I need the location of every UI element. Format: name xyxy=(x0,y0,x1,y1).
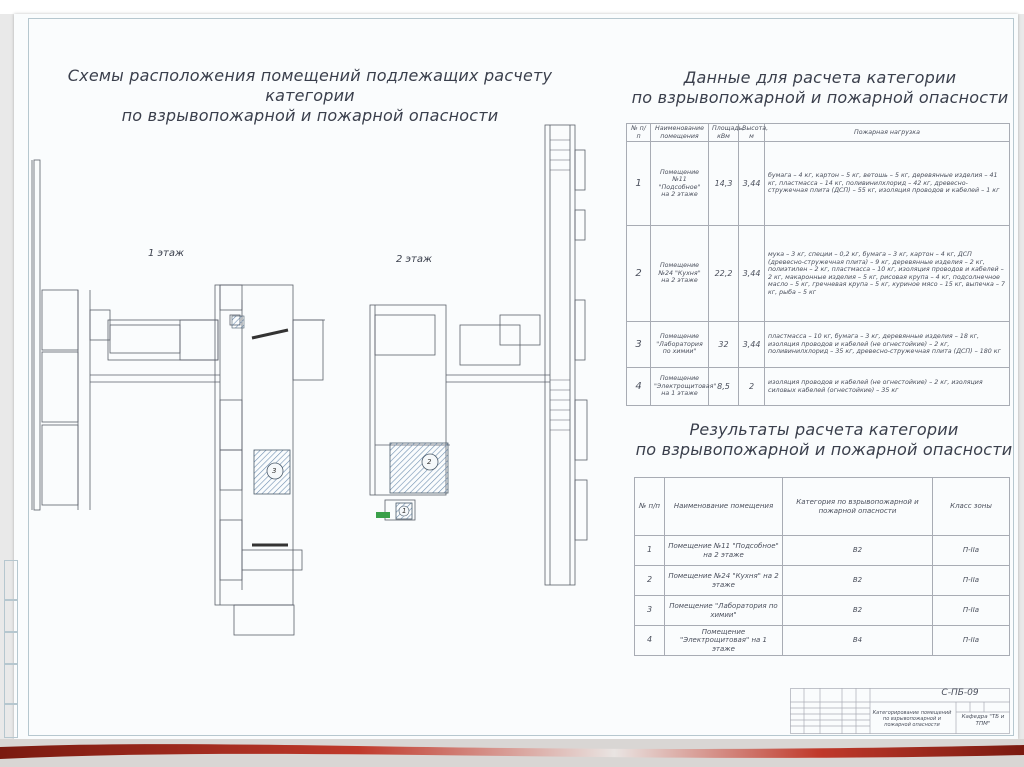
room-marker-1: 1 xyxy=(402,507,407,515)
floor-plans-drawing xyxy=(31,124,588,636)
header-zone: Класс зоны xyxy=(932,477,1010,536)
table-row: 4 Помещение "Электрощитовая" на 1 этаже … xyxy=(634,625,1010,656)
results-title-line2: по взрывопожарной и пожарной опасности xyxy=(635,440,1013,459)
table-row: 1 Помещение №11 "Подсобное" на 2 этаже 1… xyxy=(626,141,1010,227)
results-title: Результаты расчета категории по взрывопо… xyxy=(634,420,1014,460)
table-row: 2 Помещение №24 "Кухня" на 2 этаже 22,2 … xyxy=(626,225,1010,323)
side-stamp-strip xyxy=(0,560,22,738)
header-name: Наименование помещения xyxy=(650,122,709,143)
room-marker-3: 3 xyxy=(272,467,277,475)
decorative-bottom-band xyxy=(0,739,1024,767)
results-title-line1: Результаты расчета категории xyxy=(689,420,959,439)
table-row: 2 Помещение №24 "Кухня" на 2 этаже В2 П-… xyxy=(634,565,1010,596)
table-header-row: № п/п Наименование помещения Площадь, кВ… xyxy=(626,122,1010,143)
data-title: Данные для расчета категории по взрывопо… xyxy=(630,68,1010,108)
department-name: Кафедра "ТБ и ТПМ" xyxy=(961,714,1005,727)
header-area: Площадь, кВм xyxy=(708,122,744,143)
data-title-line2: по взрывопожарной и пожарной опасности xyxy=(631,88,1009,107)
data-title-line1: Данные для расчета категории xyxy=(683,68,957,87)
title-block-stamp: С-ПБ-09 Категорирование помещений по взр… xyxy=(790,688,1010,734)
plans-title-line1: Схемы расположения помещений подлежащих … xyxy=(67,66,553,105)
table-row: 4 Помещение "Электрощитовая" на 1 этаже … xyxy=(626,367,1010,407)
table-header-row: № п/п Наименование помещения Категория п… xyxy=(634,477,1010,536)
drawing-description: Категорирование помещений по взрывопожар… xyxy=(872,710,952,728)
room-2-hatch xyxy=(389,442,449,494)
table-row: 1 Помещение №11 "Подсобное" на 2 этаже В… xyxy=(634,535,1010,566)
floor2-label: 2 этаж xyxy=(396,254,432,265)
floor1-label: 1 этаж xyxy=(148,248,184,259)
table-row: 3 Помещение "Лаборатория по химии" 32 3,… xyxy=(626,321,1010,369)
header-num: № п/п xyxy=(626,122,651,143)
results-table: № п/п Наименование помещения Категория п… xyxy=(634,477,1010,656)
header-num: № п/п xyxy=(634,477,665,536)
header-load: Пожарная нагрузка xyxy=(764,122,1010,143)
header-height: Высота, м xyxy=(738,122,768,143)
drawing-code: С-ПБ-09 xyxy=(941,688,979,698)
plans-title: Схемы расположения помещений подлежащих … xyxy=(30,66,590,126)
room-marker-2: 2 xyxy=(427,458,432,466)
table-row: 3 Помещение "Лаборатория по химии" В2 П-… xyxy=(634,595,1010,626)
header-name: Наименование помещения xyxy=(664,477,783,536)
input-data-table: № п/п Наименование помещения Площадь, кВ… xyxy=(626,122,1010,407)
top-bar xyxy=(0,0,1024,14)
header-category: Категория по взрывопожарной и пожарной о… xyxy=(782,477,933,536)
